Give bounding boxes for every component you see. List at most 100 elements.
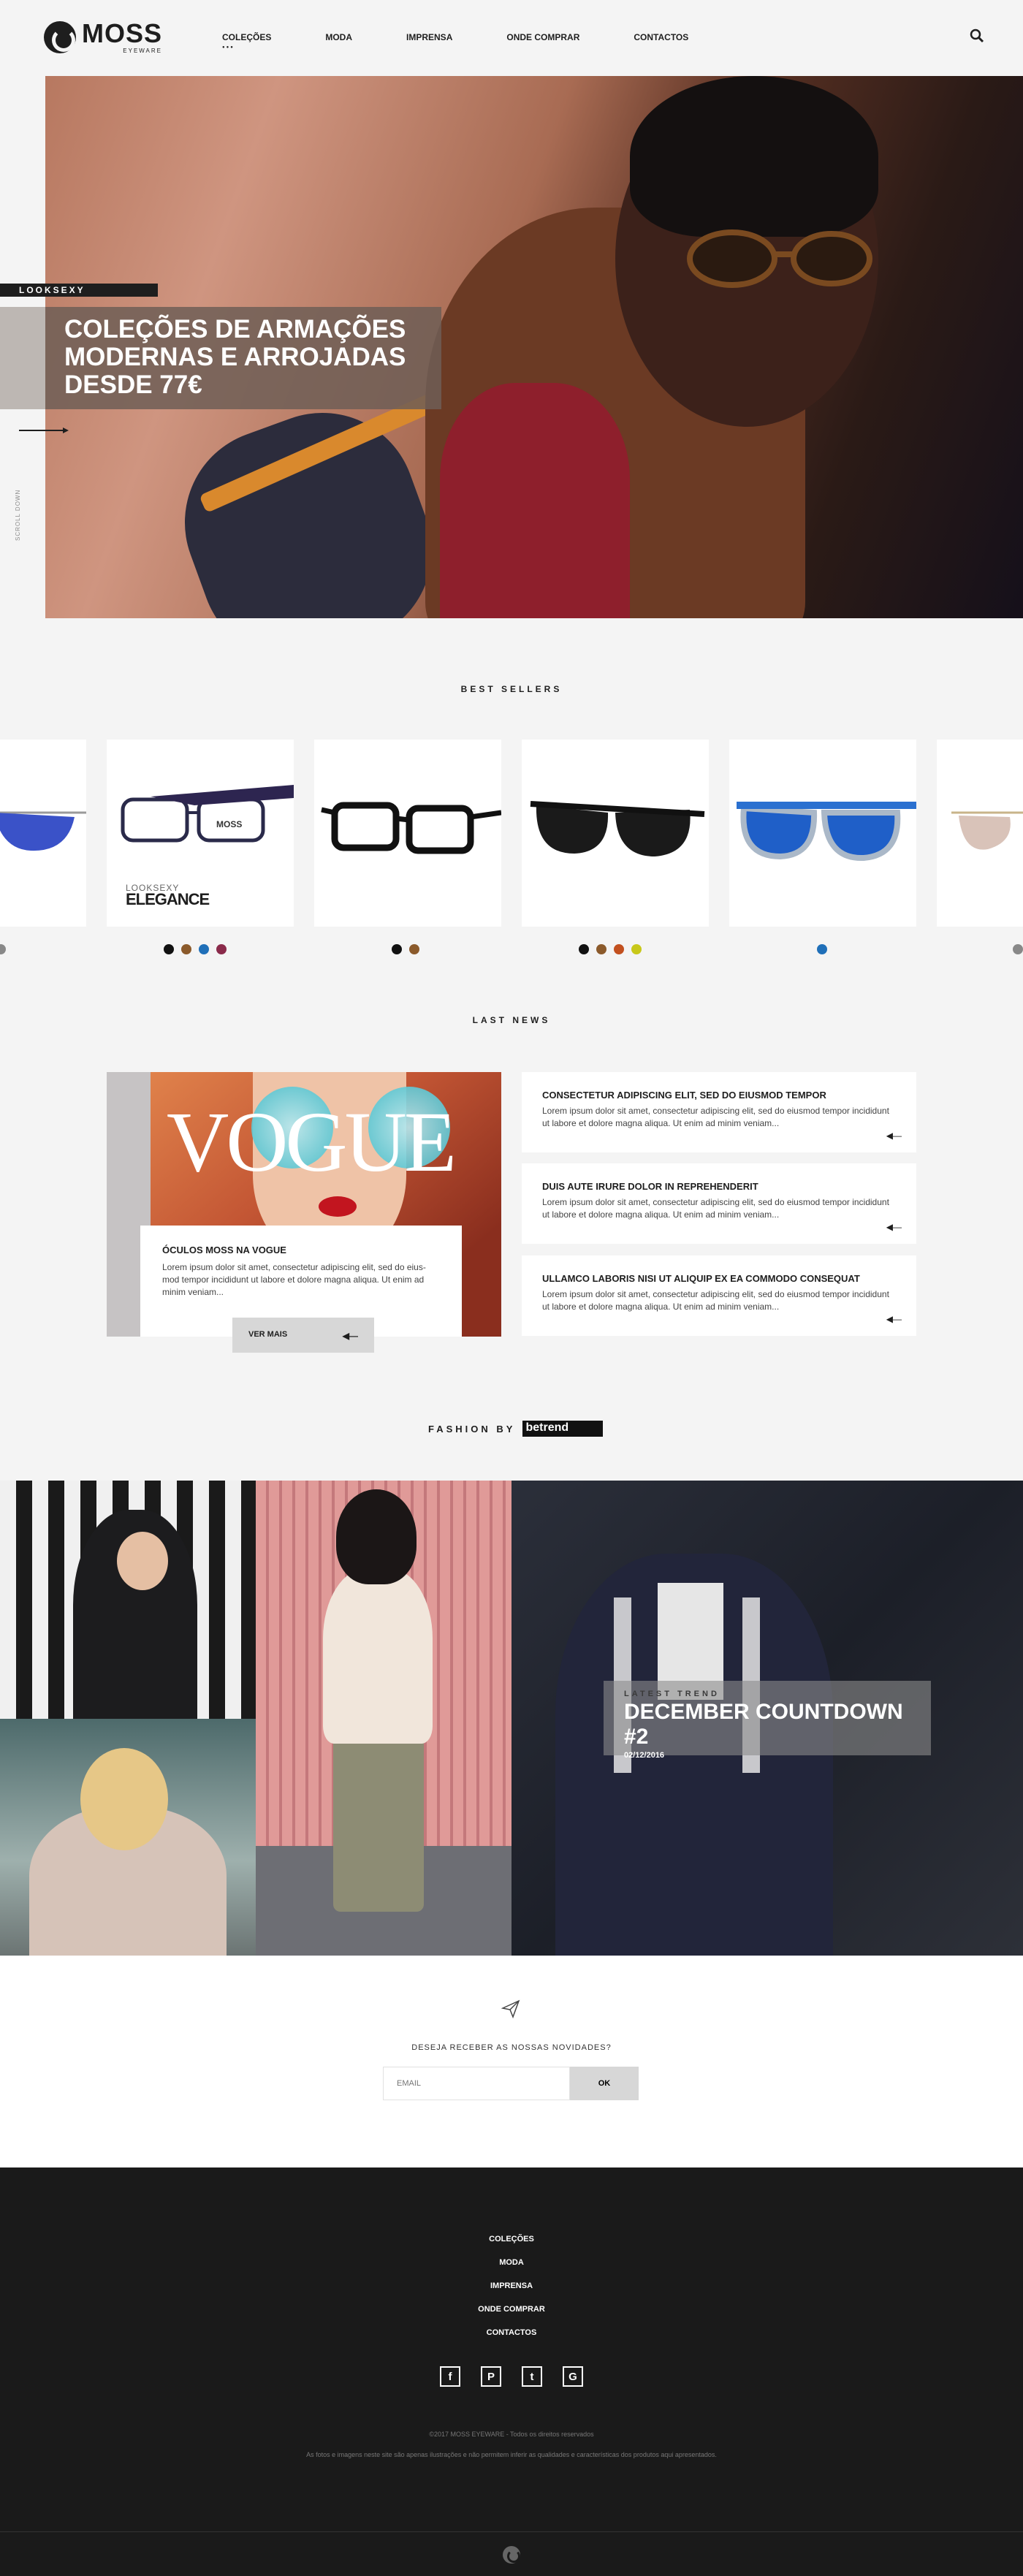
color-swatch[interactable] <box>181 944 191 954</box>
footer-link-onde-comprar[interactable]: ONDE COMPRAR <box>0 2305 1023 2314</box>
email-input[interactable] <box>383 2067 570 2100</box>
news-feature-excerpt: Lorem ipsum dolor sit amet, consectetur … <box>162 1262 426 1297</box>
moss-logo-icon[interactable] <box>503 2546 520 2564</box>
subscribe-button[interactable]: OK <box>570 2067 639 2100</box>
last-news-title: LAST NEWS <box>472 1015 551 1025</box>
news-item[interactable]: CONSECTETUR ADIPISCING ELIT, SED DO EIUS… <box>522 1072 916 1152</box>
product-card[interactable] <box>522 740 709 927</box>
main-nav: COLEÇÕES MODA IMPRENSA ONDE COMPRAR CONT… <box>222 32 742 50</box>
hero-tag: LOOKSEXY <box>0 284 158 297</box>
vogue-masthead: VOGUE <box>167 1094 457 1190</box>
google-icon[interactable]: G <box>563 2366 583 2387</box>
hero-hair <box>630 76 878 237</box>
logo[interactable]: MOSS EYEWARE <box>44 20 162 54</box>
color-swatch[interactable] <box>0 944 6 954</box>
social-links: f P t G <box>440 2366 583 2387</box>
color-swatch[interactable] <box>596 944 606 954</box>
facebook-icon[interactable]: f <box>440 2366 460 2387</box>
fashion-photo[interactable] <box>256 1481 512 1956</box>
nav-contactos[interactable]: CONTACTOS <box>634 32 688 42</box>
product-card[interactable] <box>0 740 86 927</box>
vogue-lips <box>319 1196 357 1217</box>
color-swatch[interactable] <box>199 944 209 954</box>
footer-link-moda[interactable]: MODA <box>0 2258 1023 2267</box>
nav-moda[interactable]: MODA <box>325 32 352 42</box>
trend-title: DECEMBER COUNTDOWN #2 <box>624 1700 903 1749</box>
footer-link-imprensa[interactable]: IMPRENSA <box>0 2281 1023 2290</box>
product-card[interactable] <box>314 740 501 927</box>
fashion-photo[interactable] <box>0 1481 256 1722</box>
footer-link-contactos[interactable]: CONTACTOS <box>0 2328 1023 2337</box>
color-swatch[interactable] <box>579 944 589 954</box>
news-item-excerpt: Lorem ipsum dolor sit amet, consectetur … <box>542 1106 889 1128</box>
arrow-left-icon[interactable]: ◀— <box>886 1222 902 1232</box>
logo-name: MOSS <box>82 18 163 48</box>
sunglasses-image <box>530 801 705 856</box>
product-swatches <box>579 944 642 954</box>
footer-divider <box>0 2531 1023 2532</box>
product-carousel: MOSS LOOKSEXY ELEGANCE <box>0 740 1023 954</box>
color-swatch[interactable] <box>409 944 419 954</box>
newsletter-question: DESEJA RECEBER AS NOSSAS NOVIDADES? <box>411 2043 612 2052</box>
paper-plane-icon <box>501 1999 520 2018</box>
news-item-title: CONSECTETUR ADIPISCING ELIT, SED DO EIUS… <box>542 1090 826 1101</box>
arrow-left-icon[interactable]: ◀— <box>886 1131 902 1141</box>
arrow-left-icon: ◀— <box>342 1331 358 1341</box>
color-swatch[interactable] <box>392 944 402 954</box>
color-swatch[interactable] <box>631 944 642 954</box>
nav-onde-comprar[interactable]: ONDE COMPRAR <box>506 32 579 42</box>
scroll-down-label: SCROLL DOWN <box>15 489 21 541</box>
betrend-logo[interactable]: betrend <box>522 1421 604 1437</box>
fashion-photo[interactable] <box>0 1719 256 1960</box>
fashion-label: FASHION BY <box>428 1423 516 1435</box>
news-item-title: ULLAMCO LABORIS NISI UT ALIQUIP EX EA CO… <box>542 1273 860 1284</box>
fashion-by-title: FASHION BY betrend <box>428 1421 604 1437</box>
latest-trend-card[interactable]: LATEST TREND DECEMBER COUNTDOWN #2 02/12… <box>604 1681 931 1760</box>
nav-colecoes[interactable]: COLEÇÕES <box>222 32 271 50</box>
sunglasses-image <box>737 802 916 862</box>
hero-headline: COLEÇÕES DE ARMAÇÕES MODERNAS E ARROJADA… <box>64 315 406 399</box>
twitter-icon[interactable]: t <box>522 2366 542 2387</box>
news-item-excerpt: Lorem ipsum dolor sit amet, consectetur … <box>542 1289 889 1312</box>
logo-sub: EYEWARE <box>123 48 163 54</box>
newsletter: DESEJA RECEBER AS NOSSAS NOVIDADES? OK <box>0 1956 1023 2167</box>
nav-imprensa[interactable]: IMPRENSA <box>406 32 452 42</box>
footer: COLEÇÕES MODA IMPRENSA ONDE COMPRAR CONT… <box>0 2167 1023 2576</box>
product-card[interactable]: MOSS LOOKSEXY ELEGANCE <box>107 740 294 927</box>
search-icon[interactable] <box>969 28 985 44</box>
sunglasses-image <box>0 811 86 851</box>
footer-link-colecoes[interactable]: COLEÇÕES <box>0 2235 1023 2243</box>
hero-left-panel <box>0 307 45 409</box>
product-card[interactable] <box>937 740 1023 927</box>
hero-sunglasses <box>687 229 872 288</box>
glasses-image: MOSS <box>121 785 294 843</box>
product-swatches <box>0 944 6 954</box>
color-swatch[interactable] <box>1013 944 1023 954</box>
arrow-right-icon[interactable] <box>19 427 69 434</box>
ver-mais-label: VER MAIS <box>248 1330 288 1339</box>
color-swatch[interactable] <box>614 944 624 954</box>
news-feature[interactable]: VOGUE ÓCULOS MOSS NA VOGUE Lorem ipsum d… <box>107 1072 501 1337</box>
news-item[interactable]: ULLAMCO LABORIS NISI UT ALIQUIP EX EA CO… <box>522 1255 916 1336</box>
svg-text:MOSS: MOSS <box>216 819 242 829</box>
footer-nav: COLEÇÕES MODA IMPRENSA ONDE COMPRAR CONT… <box>0 2235 1023 2352</box>
news-feature-title: ÓCULOS MOSS NA VOGUE <box>162 1245 286 1255</box>
arrow-left-icon[interactable]: ◀— <box>886 1314 902 1324</box>
sunglasses-image <box>951 811 1023 850</box>
glasses-image <box>321 802 501 854</box>
product-card[interactable] <box>729 740 916 927</box>
color-swatch[interactable] <box>817 944 827 954</box>
news-item-excerpt: Lorem ipsum dolor sit amet, consectetur … <box>542 1197 889 1220</box>
hero-sleeve <box>440 383 630 618</box>
news-item[interactable]: DUIS AUTE IRURE DOLOR IN REPREHENDERIT L… <box>522 1163 916 1244</box>
product-swatches <box>164 944 227 954</box>
pinterest-icon[interactable]: P <box>481 2366 501 2387</box>
color-swatch[interactable] <box>216 944 227 954</box>
product-swatches <box>392 944 419 954</box>
color-swatch[interactable] <box>164 944 174 954</box>
product-swatches <box>1013 944 1023 954</box>
news-item-title: DUIS AUTE IRURE DOLOR IN REPREHENDERIT <box>542 1181 758 1192</box>
ver-mais-button[interactable]: VER MAIS ◀— <box>232 1318 374 1353</box>
trend-label: LATEST TREND <box>624 1690 720 1698</box>
best-sellers-title: BEST SELLERS <box>460 684 563 694</box>
